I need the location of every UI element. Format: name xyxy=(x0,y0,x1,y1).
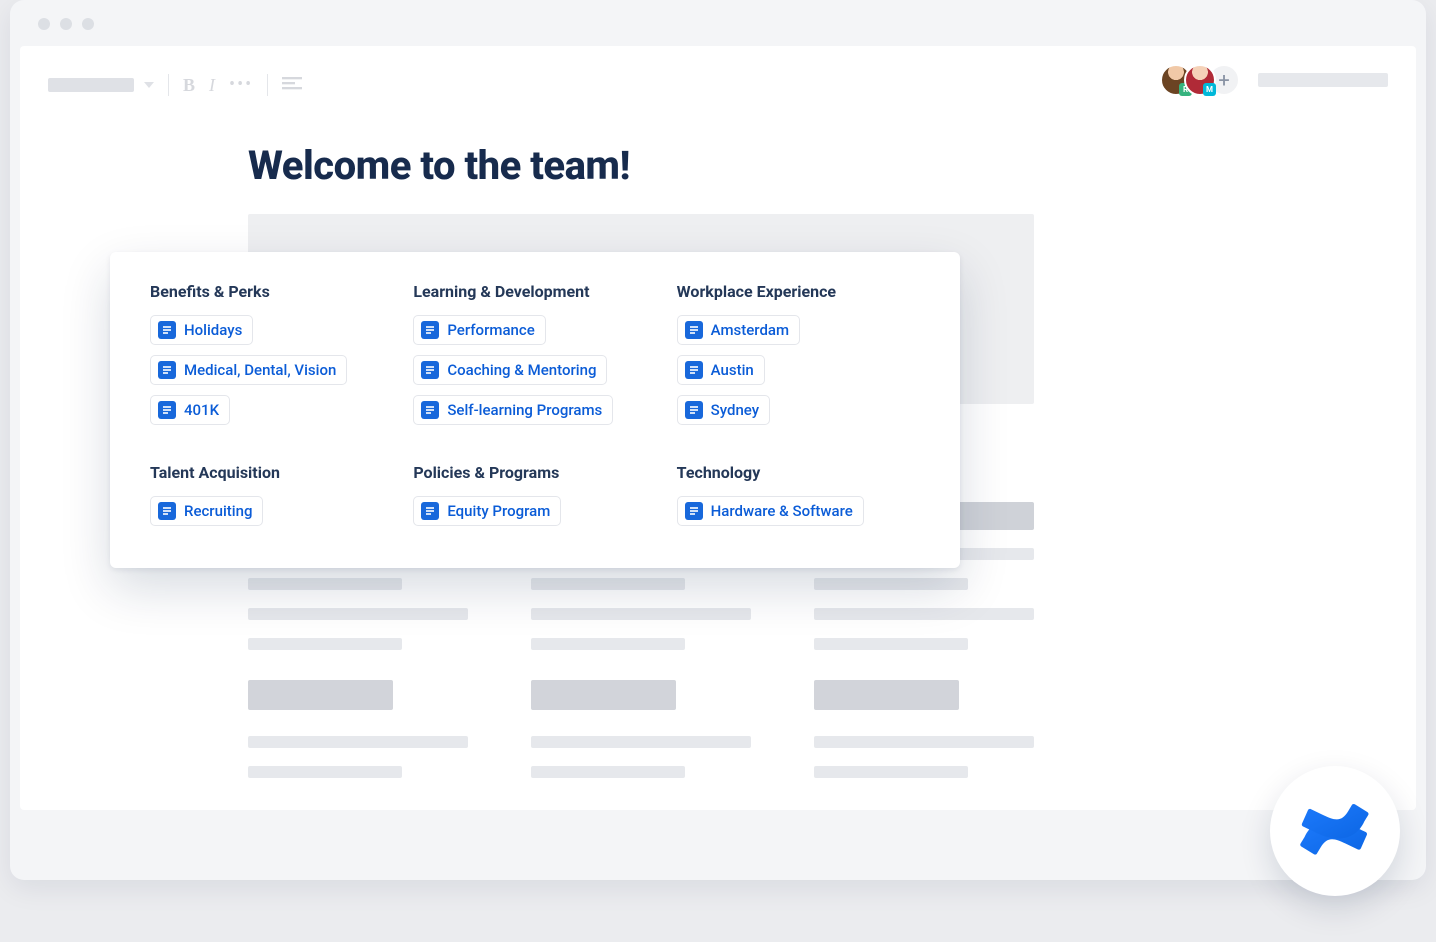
skeleton-line xyxy=(248,578,402,590)
doc-link-label: Sydney xyxy=(711,401,759,419)
group-heading: Talent Acquisition xyxy=(150,463,393,482)
skeleton-button xyxy=(814,680,959,710)
group-heading: Policies & Programs xyxy=(413,463,656,482)
doc-link-label: Performance xyxy=(447,321,534,339)
window-dot-minimize[interactable] xyxy=(60,18,72,30)
link-group: Benefits & Perks Holidays Medical, Denta… xyxy=(150,282,393,435)
doc-link-label: Self-learning Programs xyxy=(447,401,602,419)
window-dot-maximize[interactable] xyxy=(82,18,94,30)
skeleton-line xyxy=(531,638,685,650)
collaborators: R M + xyxy=(1160,64,1388,96)
doc-link[interactable]: Sydney xyxy=(677,395,770,425)
doc-link-label: Holidays xyxy=(184,321,242,339)
style-selector[interactable] xyxy=(48,78,134,92)
doc-link[interactable]: Holidays xyxy=(150,315,253,345)
group-heading: Workplace Experience xyxy=(677,282,920,301)
link-group: Technology Hardware & Software xyxy=(677,463,920,536)
skeleton-line xyxy=(814,578,968,590)
skeleton-line xyxy=(531,578,685,590)
doc-link-label: Hardware & Software xyxy=(711,502,853,520)
page-icon xyxy=(685,502,703,520)
page-icon xyxy=(421,361,439,379)
doc-link-label: Recruiting xyxy=(184,502,252,520)
doc-link[interactable]: Equity Program xyxy=(413,496,561,526)
page-icon xyxy=(158,401,176,419)
page-icon xyxy=(421,502,439,520)
doc-link-label: Medical, Dental, Vision xyxy=(184,361,336,379)
toolbar-separator xyxy=(168,74,169,96)
avatar-stack: R M + xyxy=(1160,64,1240,96)
link-group: Learning & Development Performance Coach… xyxy=(413,282,656,435)
page-icon xyxy=(158,321,176,339)
doc-link[interactable]: Coaching & Mentoring xyxy=(413,355,607,385)
page-icon xyxy=(421,321,439,339)
page-icon xyxy=(158,502,176,520)
skeleton-line xyxy=(531,608,751,620)
skeleton-line xyxy=(814,766,968,778)
doc-link[interactable]: Austin xyxy=(677,355,765,385)
skeleton-line xyxy=(248,608,468,620)
chevron-down-icon[interactable] xyxy=(144,82,154,88)
format-toolbar: B I ••• xyxy=(48,74,302,96)
more-format-button[interactable]: ••• xyxy=(229,76,253,94)
align-left-button[interactable] xyxy=(282,77,302,93)
doc-link-label: Amsterdam xyxy=(711,321,789,339)
skeleton-line xyxy=(814,638,968,650)
smart-links-popover: Benefits & Perks Holidays Medical, Denta… xyxy=(110,252,960,568)
group-heading: Benefits & Perks xyxy=(150,282,393,301)
bold-button[interactable]: B xyxy=(183,75,195,96)
window-controls xyxy=(38,18,94,30)
doc-link-label: 401K xyxy=(184,401,219,419)
skeleton-button xyxy=(248,680,393,710)
italic-button[interactable]: I xyxy=(209,75,215,96)
skeleton-line xyxy=(531,766,685,778)
doc-link[interactable]: Recruiting xyxy=(150,496,263,526)
link-group: Policies & Programs Equity Program xyxy=(413,463,656,536)
page-icon xyxy=(421,401,439,419)
doc-link[interactable]: 401K xyxy=(150,395,230,425)
toolbar-separator xyxy=(267,74,268,96)
page-icon xyxy=(685,361,703,379)
page-icon xyxy=(158,361,176,379)
group-heading: Learning & Development xyxy=(413,282,656,301)
link-group: Talent Acquisition Recruiting xyxy=(150,463,393,536)
skeleton-line xyxy=(248,638,402,650)
skeleton-line xyxy=(814,736,1034,748)
doc-link-label: Coaching & Mentoring xyxy=(447,361,596,379)
doc-link[interactable]: Self-learning Programs xyxy=(413,395,613,425)
doc-link[interactable]: Performance xyxy=(413,315,545,345)
skeleton-line xyxy=(531,736,751,748)
doc-link[interactable]: Medical, Dental, Vision xyxy=(150,355,347,385)
doc-link-label: Equity Program xyxy=(447,502,550,520)
skeleton-line xyxy=(248,766,402,778)
window-dot-close[interactable] xyxy=(38,18,50,30)
skeleton-line xyxy=(248,736,468,748)
skeleton-button xyxy=(531,680,676,710)
share-placeholder[interactable] xyxy=(1258,73,1388,87)
page-icon xyxy=(685,321,703,339)
confluence-badge[interactable] xyxy=(1270,766,1400,896)
doc-link-label: Austin xyxy=(711,361,754,379)
link-group: Workplace Experience Amsterdam Austin Sy… xyxy=(677,282,920,435)
skeleton-line xyxy=(814,608,1034,620)
doc-link[interactable]: Amsterdam xyxy=(677,315,800,345)
confluence-icon xyxy=(1300,796,1370,866)
avatar[interactable]: M xyxy=(1184,64,1216,96)
group-heading: Technology xyxy=(677,463,920,482)
page-title: Welcome to the team! xyxy=(248,142,630,189)
doc-link[interactable]: Hardware & Software xyxy=(677,496,864,526)
avatar-badge: M xyxy=(1203,83,1216,96)
page-icon xyxy=(685,401,703,419)
